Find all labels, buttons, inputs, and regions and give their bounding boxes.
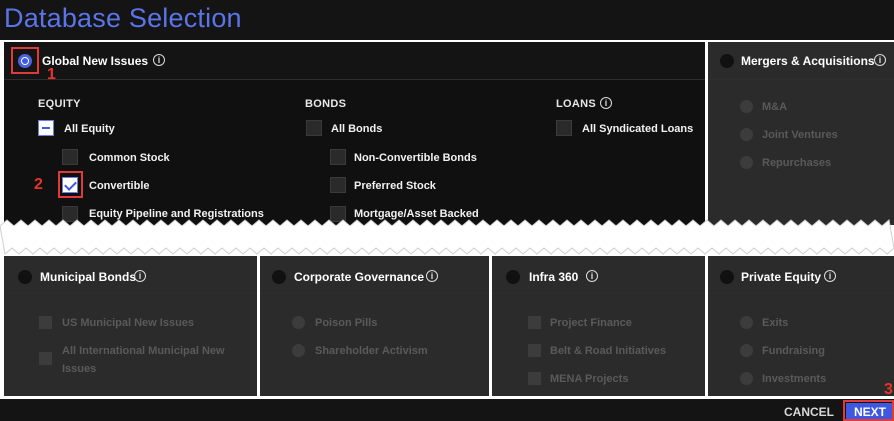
private-equity-label: Private Equity [741,270,822,284]
repurchases-radio [740,156,753,169]
preferred-stock-checkbox[interactable] [330,177,346,193]
municipal-info-icon[interactable]: i [134,270,146,282]
poison-pills-label: Poison Pills [315,317,378,329]
governance-info-icon[interactable]: i [426,270,438,282]
municipal-header[interactable]: Municipal Bonds i [4,256,257,294]
loans-info-icon[interactable]: i [600,97,612,109]
bonds-heading: BONDS [305,98,347,110]
global-new-issues-header[interactable]: Global New Issues i [4,42,705,80]
global-new-issues-info-icon[interactable]: i [153,54,165,66]
project-finance-checkbox [528,316,541,329]
private-equity-info-icon[interactable]: i [824,270,836,282]
annotation-box-3 [843,400,894,421]
non-convertible-bonds-label[interactable]: Non-Convertible Bonds [354,152,477,164]
us-municipal-label: US Municipal New Issues [62,317,195,329]
repurchases-label: Repurchases [762,157,832,169]
governance-radio[interactable] [272,270,286,284]
private-equity-panel: Private Equity i Exits Fundraising Inves… [708,256,894,396]
mergers-radio[interactable] [720,54,734,68]
private-equity-header[interactable]: Private Equity i [708,256,894,294]
shareholder-activism-radio [292,344,305,357]
mena-projects-label: MENA Projects [550,373,629,385]
mergers-info-icon[interactable]: i [874,54,886,66]
non-convertible-bonds-checkbox[interactable] [330,149,346,165]
dialog-title: Database Selection [4,3,242,33]
dialog-footer [0,399,894,421]
joint-ventures-label: Joint Ventures [762,129,838,141]
fundraising-radio [740,344,753,357]
infra-radio[interactable] [506,270,520,284]
poison-pills-radio [292,316,305,329]
mergers-label: Mergers & Acquisitions [741,54,875,68]
intl-municipal-checkbox [39,352,52,365]
annotation-marker-1: 1 [47,66,56,83]
global-new-issues-label: Global New Issues [42,54,149,68]
all-syndicated-loans-label[interactable]: All Syndicated Loans [582,123,693,135]
governance-header[interactable]: Corporate Governance i [260,256,489,294]
governance-label: Corporate Governance [294,270,425,284]
all-bonds-label[interactable]: All Bonds [331,123,382,135]
ma-radio [740,100,753,113]
investments-label: Investments [762,373,827,385]
corporate-governance-panel: Corporate Governance i Poison Pills Shar… [260,256,489,396]
loans-heading: LOANS [556,98,596,110]
belt-road-label: Belt & Road Initiatives [550,345,667,357]
mena-projects-checkbox [528,372,541,385]
all-bonds-checkbox[interactable] [306,120,322,136]
mergers-header[interactable]: Mergers & Acquisitions i [708,42,894,80]
database-selection-dialog: Database Selection Global New Issues i E… [0,0,894,421]
cancel-button[interactable]: CANCEL [772,403,846,421]
mergers-acquisitions-panel: Mergers & Acquisitions i M&A Joint Ventu… [708,42,894,225]
all-equity-checkbox[interactable] [38,120,54,136]
annotation-box-2 [58,171,83,198]
torn-edge-shape [0,219,894,255]
exits-label: Exits [762,317,789,329]
convertible-label[interactable]: Convertible [89,180,150,192]
belt-road-checkbox [528,344,541,357]
ma-label: M&A [762,101,788,113]
infra-360-panel: Infra 360 i Project Finance Belt & Road … [492,256,705,396]
us-municipal-checkbox [39,316,52,329]
intl-municipal-label: All International Municipal New [62,345,225,357]
infra-info-icon[interactable]: i [586,270,598,282]
intl-municipal-label-cont: Issues [62,363,97,375]
private-equity-radio[interactable] [720,270,734,284]
annotation-marker-2: 2 [34,176,43,193]
common-stock-label[interactable]: Common Stock [89,152,170,164]
preferred-stock-label[interactable]: Preferred Stock [354,180,436,192]
annotation-marker-3: 3 [884,381,893,398]
all-syndicated-loans-checkbox[interactable] [556,120,572,136]
torn-edge-divider [0,219,894,255]
municipal-radio[interactable] [18,270,32,284]
global-new-issues-panel: Global New Issues i EQUITY All Equity Co… [4,42,705,225]
common-stock-checkbox[interactable] [62,149,78,165]
joint-ventures-radio [740,128,753,141]
infra-label: Infra 360 [529,270,579,284]
annotation-box-1 [11,47,39,74]
title-bar: Database Selection [0,0,894,40]
fundraising-label: Fundraising [762,345,825,357]
all-equity-label[interactable]: All Equity [64,123,115,135]
exits-radio [740,316,753,329]
equity-heading: EQUITY [38,98,81,110]
investments-radio [740,372,753,385]
municipal-bonds-panel: Municipal Bonds i US Municipal New Issue… [4,256,257,396]
infra-header[interactable]: Infra 360 i [492,256,705,294]
project-finance-label: Project Finance [550,317,632,329]
shareholder-activism-label: Shareholder Activism [315,345,428,357]
municipal-label: Municipal Bonds [40,270,136,284]
